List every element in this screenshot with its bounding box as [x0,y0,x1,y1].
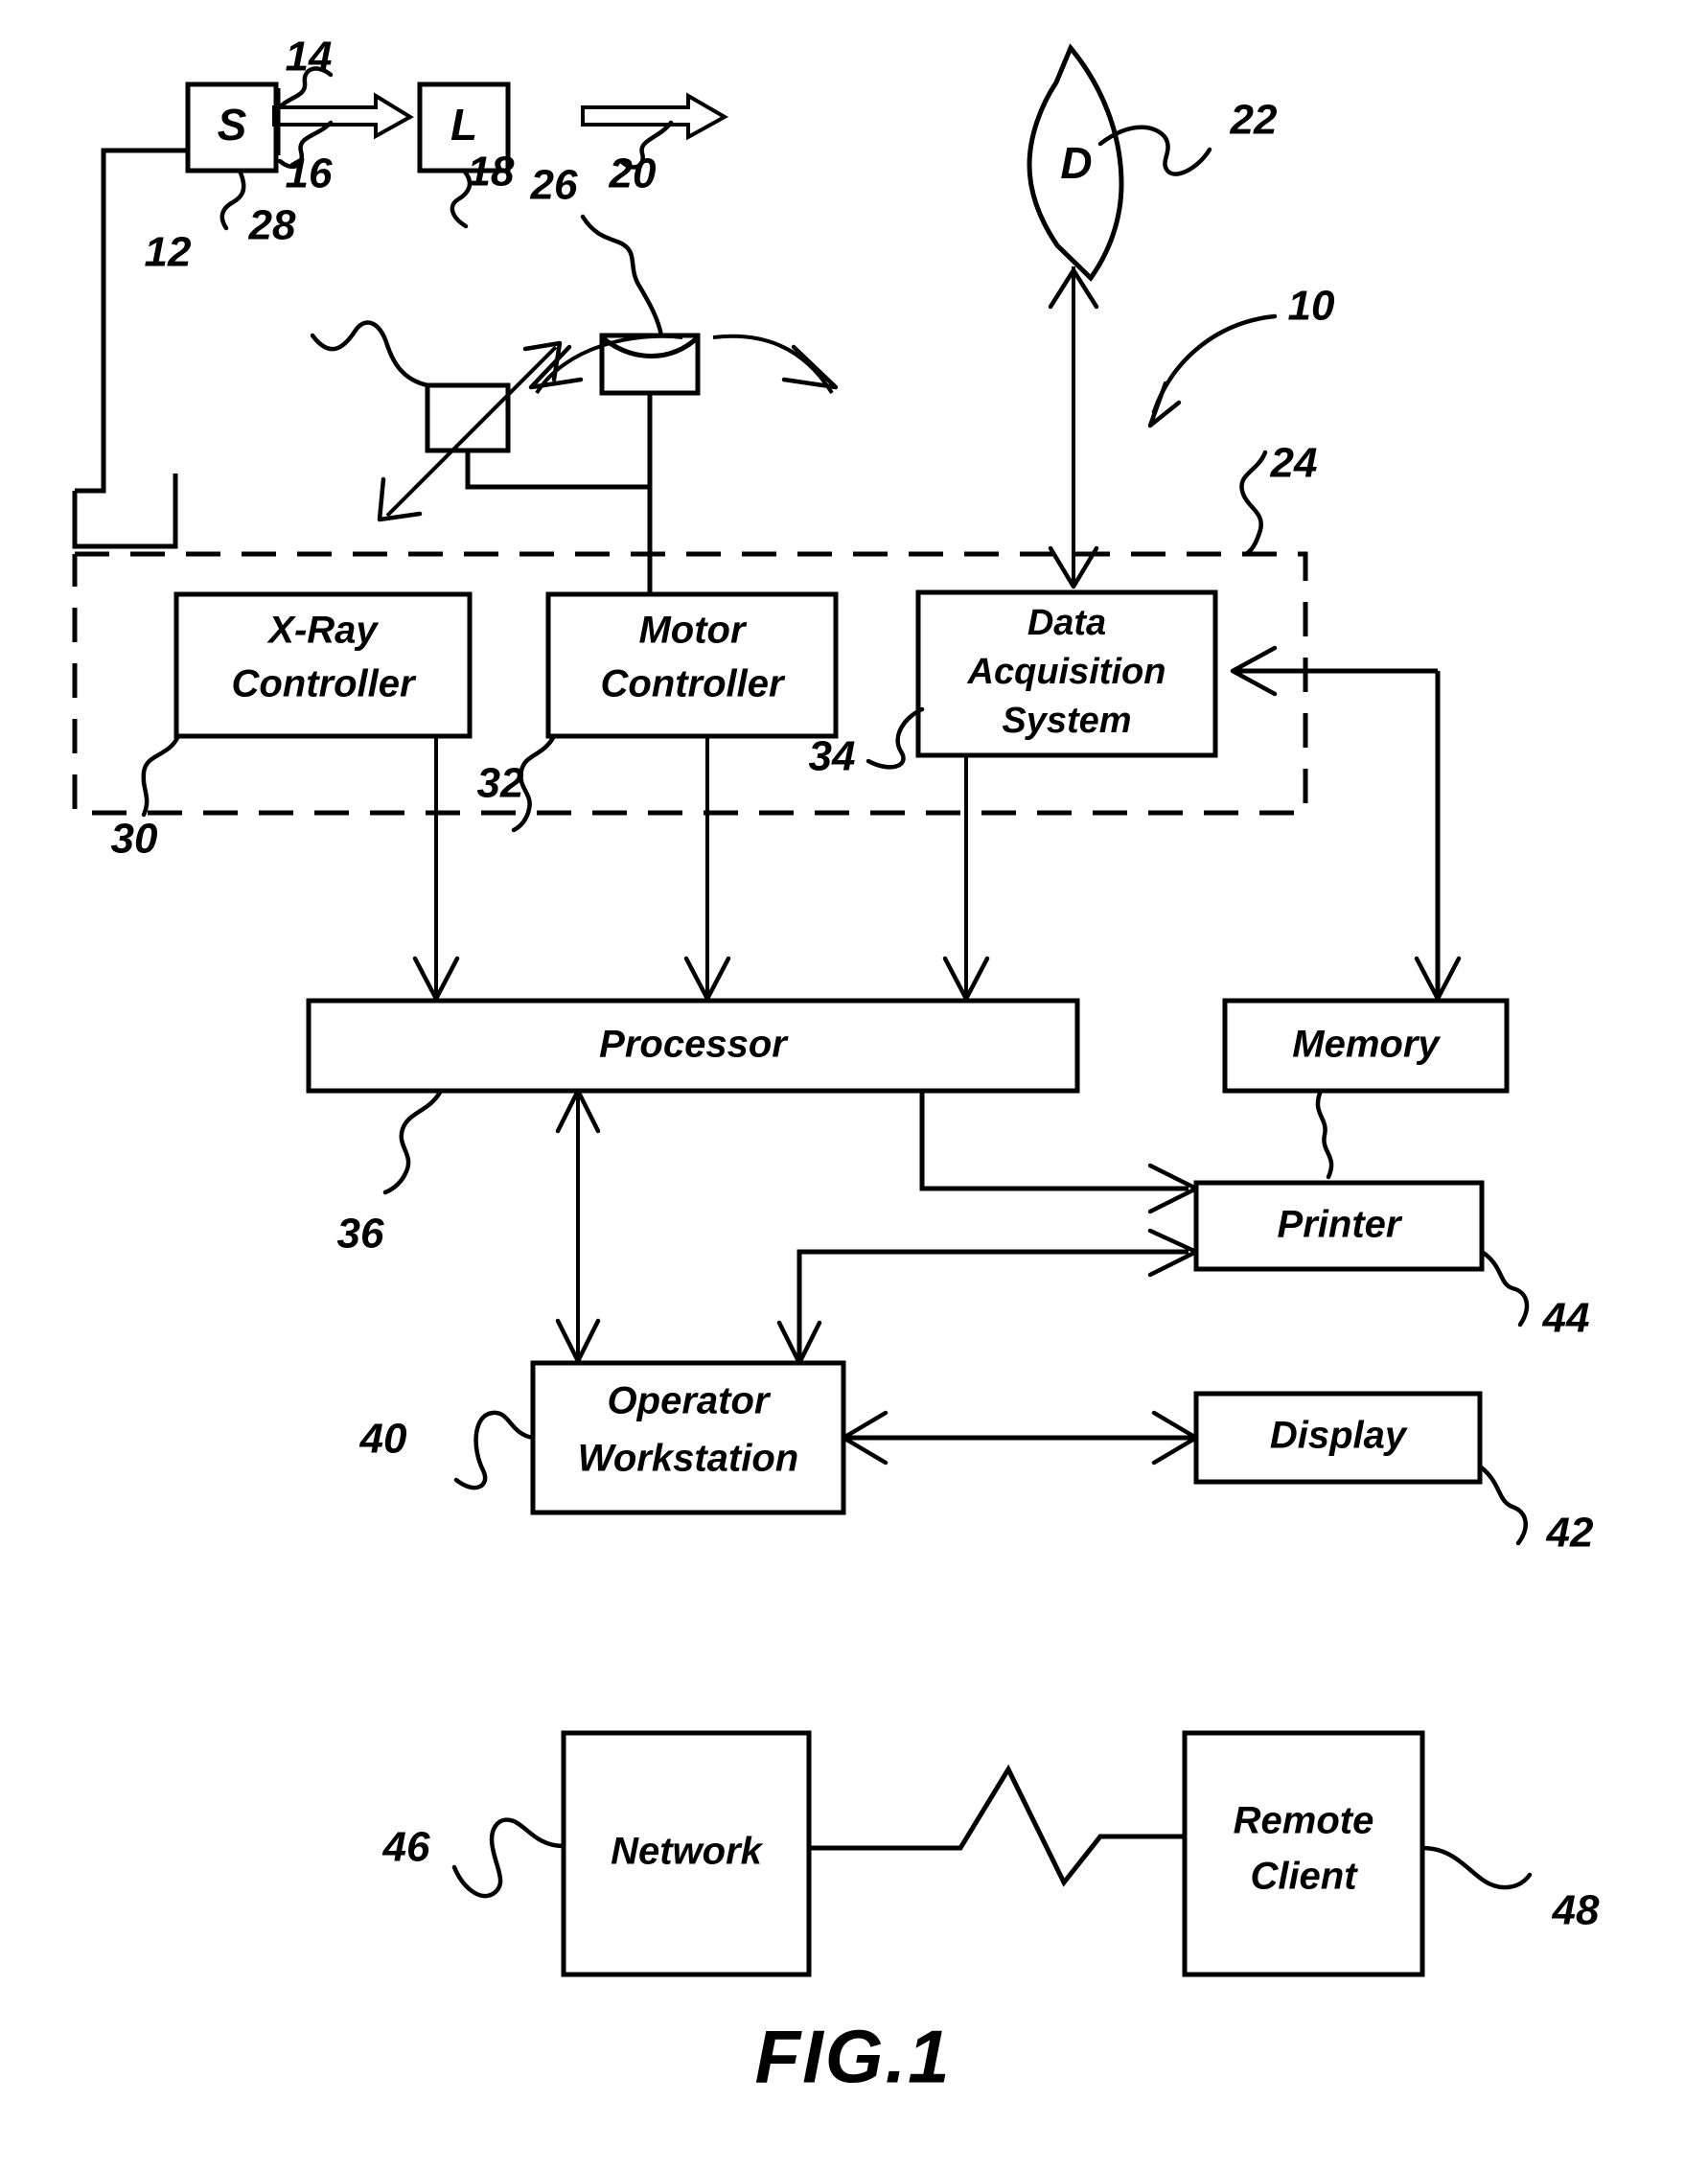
ref-22-leader: 22 [1097,97,1278,176]
network-label: Network [611,1831,764,1873]
ref-10-leader: 10 [1147,283,1335,428]
ref-20-label: 20 [609,150,657,197]
printer-label: Printer [1278,1204,1403,1246]
ref-28-label: 28 [248,202,296,249]
patent-figure-sheet: S 12 14 16 L 18 20 D 22 26 28 10 24 X-Ra… [0,0,1708,2171]
xray-controller-label-line1: X-Ray [266,610,379,652]
motor-controller-block: Motor Controller [545,591,839,739]
das-label-line3: System [1002,701,1131,741]
ref-12-leader: 12 [145,168,246,276]
operator-workstation-label-line2: Workstation [578,1438,798,1480]
memory-block: Memory [1222,998,1510,1094]
detector-letter: D [1060,138,1092,188]
workstation-display-arrow [841,1410,1199,1466]
motor-to-processor-arrow [683,736,731,1002]
detector-das-arrow [1048,266,1099,589]
ref-22-label: 22 [1230,97,1278,144]
ref-40-leader: 40 [359,1410,536,1490]
ref-46-leader: 46 [382,1817,566,1899]
source-wire-segment-2 [72,473,178,549]
network-block: Network [561,1730,812,1977]
ref-48-leader: 48 [1419,1845,1600,1934]
display-block: Display [1193,1391,1483,1485]
ref-32-leader: 32 [477,733,557,833]
ref-20-leader: 20 [609,120,674,197]
figure-canvas: S 12 14 16 L 18 20 D 22 26 28 10 24 X-Ra… [72,34,1600,2099]
ref-36-label: 36 [337,1211,384,1258]
ref-42-leader: 42 [1477,1464,1594,1557]
das-label-line1: Data [1027,603,1106,643]
processor-block: Processor [306,998,1080,1094]
das-to-processor-arrow [942,755,990,1002]
ref-48-label: 48 [1552,1887,1600,1934]
xray-to-processor-arrow [412,736,460,1002]
ref-30-leader: 30 [111,733,181,863]
processor-label: Processor [599,1024,789,1066]
ref-28-leader: 28 [248,202,430,388]
memory-label: Memory [1292,1024,1441,1066]
processor-workstation-arrow [555,1088,601,1364]
printer-block: Printer [1193,1180,1485,1272]
detector-block: D [1027,43,1124,282]
xray-controller-block: X-Ray Controller [173,591,473,739]
ref-26-label: 26 [530,162,578,209]
ref-24-leader: 24 [1239,440,1318,557]
ref-40-label: 40 [359,1416,407,1463]
source-block: S [185,81,279,173]
xray-controller-label-line2: Controller [231,663,417,705]
remote-client-block: Remote Client [1182,1730,1425,1977]
ref-30-label: 30 [111,816,158,863]
ref-32-label: 32 [477,760,524,807]
ref-44-leader: 44 [1479,1249,1590,1342]
ref-44-label: 44 [1542,1295,1590,1342]
beam-arrow-20 [581,92,729,141]
memory-to-das-line [1230,645,1462,1002]
ref-16-label: 16 [286,150,333,197]
ref-12-label: 12 [145,229,192,276]
source-letter: S [218,100,247,150]
ref-36-leader: 36 [337,1088,444,1258]
processor-to-printer-line [919,1091,1199,1214]
operator-workstation-block: Operator Workstation [530,1360,846,1515]
lamp-letter: L [450,100,477,150]
data-acquisition-block: Data Acquisition System [915,589,1218,758]
das-label-line2: Acquisition [967,652,1166,692]
ref-24-label: 24 [1270,440,1318,487]
motor-controller-label-line1: Motor [638,610,748,652]
ref-16-leader: 16 [277,120,334,197]
ref-42-label: 42 [1546,1510,1594,1557]
network-link-zigzag [809,1764,1185,1887]
remote-client-label-line1: Remote [1234,1800,1374,1842]
ref-10-label: 10 [1288,283,1335,330]
ref-14-leader: 14 [273,34,334,114]
motor-controller-label-line2: Controller [600,663,786,705]
figure-caption: FIG.1 [754,2015,951,2099]
ref-18-label: 18 [468,149,515,196]
ref-34-label: 34 [809,733,856,780]
source-to-controller-wire [75,148,188,494]
workstation-printer-line [776,1228,1199,1366]
ref-46-label: 46 [382,1824,430,1871]
remote-client-label-line2: Client [1250,1856,1358,1898]
operator-workstation-label-line1: Operator [608,1380,772,1422]
display-label: Display [1270,1415,1408,1457]
ref-14-label: 14 [286,34,333,81]
